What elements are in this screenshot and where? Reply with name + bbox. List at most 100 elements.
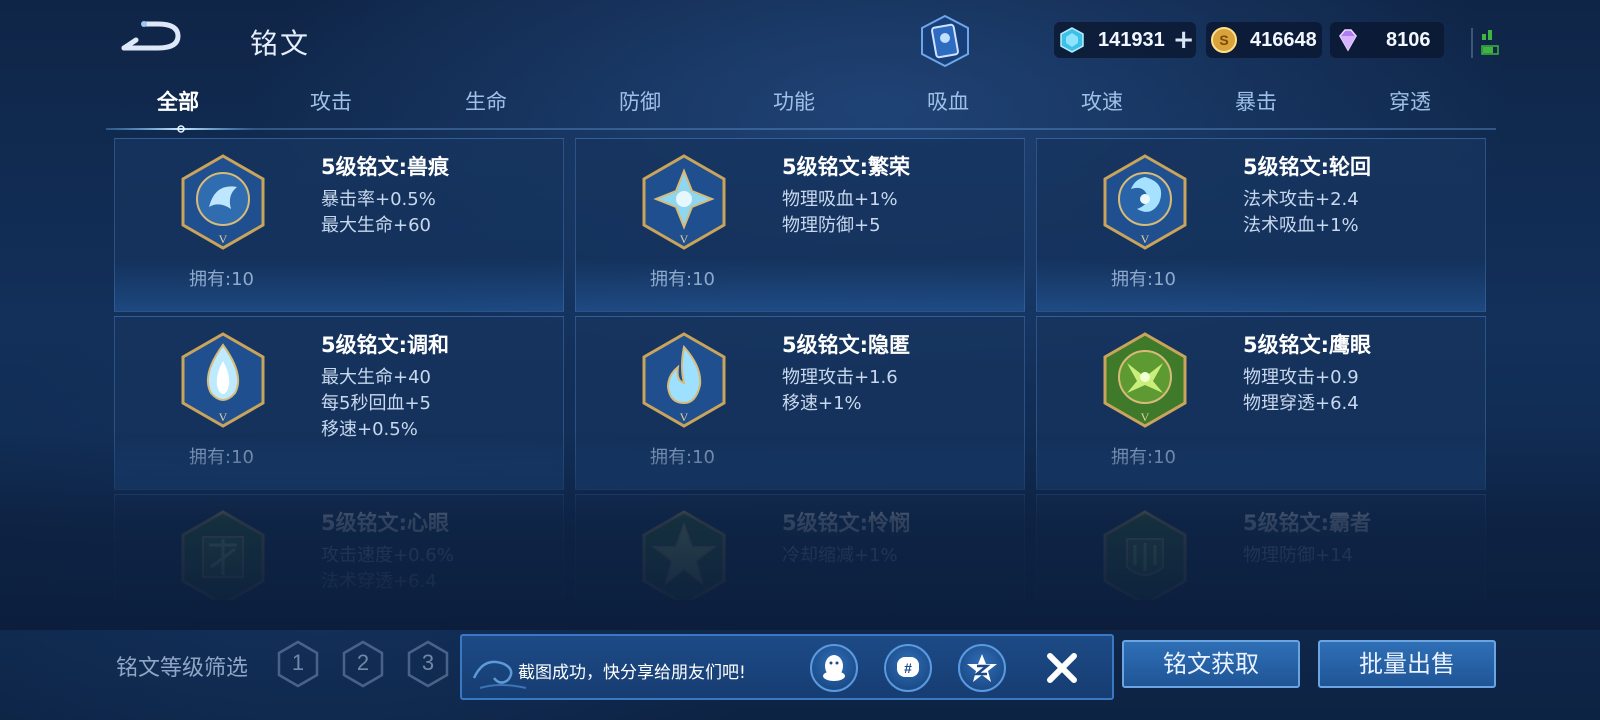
back-button[interactable] <box>118 18 188 58</box>
add-gems-button[interactable]: + <box>1173 27 1195 53</box>
rune-stat: 最大生命+40 <box>321 367 431 388</box>
rune-title: 5级铭文:心眼 <box>321 511 450 535</box>
rune-stat: 攻击速度+0.6% <box>321 545 454 566</box>
page-title: 铭文 <box>250 27 311 60</box>
rune-title: 5级铭文:调和 <box>321 333 450 357</box>
tab-defense[interactable]: 防御 <box>580 86 700 116</box>
gold-value: 416648 <box>1250 28 1317 51</box>
rune-stat: 物理吸血+1% <box>782 189 898 210</box>
rune-stat: 法术穿透+6.4 <box>321 571 437 592</box>
screenshot-share-toast: 截图成功，快分享给朋友们吧! # <box>460 634 1114 700</box>
crystal-value: 8106 <box>1386 28 1431 51</box>
qq-icon <box>823 655 845 681</box>
svg-text:V: V <box>680 410 689 424</box>
rune-card-mind-eye[interactable]: 5级铭文:心眼 攻击速度+0.6% 法术穿透+6.4 <box>114 494 564 600</box>
rune-owned-count: 拥有:10 <box>189 269 254 290</box>
level-filter-3[interactable]: 3 <box>406 640 450 688</box>
rune-stat: 物理攻击+1.6 <box>782 367 898 388</box>
level-filter-label: 铭文等级筛选 <box>116 656 249 681</box>
rune-title: 5级铭文:怜悯 <box>782 511 911 535</box>
rune-title: 5级铭文:隐匿 <box>782 333 911 357</box>
rune-stat: 法术攻击+2.4 <box>1243 189 1359 210</box>
rune-stat: 冷却缩减+1% <box>782 545 898 566</box>
svg-text:V: V <box>219 410 228 424</box>
toast-message: 截图成功，快分享给朋友们吧! <box>518 663 746 683</box>
rune-beast-mark-icon: V <box>181 154 265 250</box>
share-wechat-moments-button[interactable]: # <box>884 644 932 692</box>
level-number: 3 <box>421 650 435 675</box>
rune-stat: 每5秒回血+5 <box>321 393 431 414</box>
gold-coin-icon: S <box>1211 27 1237 53</box>
rune-owned-count: 拥有:10 <box>1111 269 1176 290</box>
rune-stat: 法术吸血+1% <box>1243 215 1359 236</box>
network-signal-icon <box>1470 24 1504 60</box>
rune-stat: 物理防御+14 <box>1243 545 1353 566</box>
back-arrow-icon <box>121 21 181 51</box>
share-qzone-button[interactable] <box>958 644 1006 692</box>
rune-stat: 物理穿透+6.4 <box>1243 393 1359 414</box>
rune-card-dominator[interactable]: 5级铭文:霸者 物理防御+14 <box>1036 494 1486 600</box>
rune-stealth-icon: V <box>642 332 726 428</box>
gems-value: 141931 <box>1098 28 1165 51</box>
rune-hawk-eye-icon: V <box>1103 332 1187 428</box>
rune-dominator-icon <box>1103 510 1187 600</box>
gold-balance: S 416648 <box>1206 22 1322 58</box>
rune-stat: 移速+1% <box>782 393 862 414</box>
rune-title: 5级铭文:轮回 <box>1243 155 1372 179</box>
card-event-icon[interactable] <box>918 14 972 68</box>
rune-card-beast-mark[interactable]: V 5级铭文:兽痕 暴击率+0.5% 最大生命+60 拥有:10 <box>114 138 564 312</box>
category-tabs: 全部 攻击 生命 防御 功能 吸血 攻速 暴击 穿透 <box>106 86 1496 130</box>
svg-text:#: # <box>904 660 912 676</box>
rune-card-reincarnation[interactable]: V 5级铭文:轮回 法术攻击+2.4 法术吸血+1% 拥有:10 <box>1036 138 1486 312</box>
rune-prosperity-icon: V <box>642 154 726 250</box>
share-qq-button[interactable] <box>810 644 858 692</box>
rune-title: 5级铭文:霸者 <box>1243 511 1372 535</box>
level-number: 2 <box>356 650 370 675</box>
crystal-balance: 8106 <box>1330 22 1444 58</box>
get-runes-button[interactable]: 铭文获取 <box>1122 640 1300 688</box>
close-icon[interactable] <box>1042 648 1082 688</box>
tab-attack-speed[interactable]: 攻速 <box>1042 86 1162 116</box>
gems-balance: 141931 + <box>1054 22 1196 58</box>
svg-text:V: V <box>1141 232 1150 246</box>
rune-stat: 物理攻击+0.9 <box>1243 367 1359 388</box>
svg-text:V: V <box>219 232 228 246</box>
tab-penetration[interactable]: 穿透 <box>1350 86 1470 116</box>
tab-function[interactable]: 功能 <box>734 86 854 116</box>
tab-all[interactable]: 全部 <box>118 86 238 116</box>
qzone-icon <box>967 654 997 682</box>
wechat-moments-icon: # <box>897 657 919 677</box>
tab-health[interactable]: 生命 <box>426 86 546 116</box>
rune-owned-count: 拥有:10 <box>189 447 254 468</box>
rune-owned-count: 拥有:10 <box>1111 447 1176 468</box>
bulk-sell-button[interactable]: 批量出售 <box>1318 640 1496 688</box>
rune-harmony-icon: V <box>181 332 265 428</box>
rune-title: 5级铭文:兽痕 <box>321 155 450 179</box>
rune-card-harmony[interactable]: V 5级铭文:调和 最大生命+40 每5秒回血+5 移速+0.5% 拥有:10 <box>114 316 564 490</box>
rune-grid: V 5级铭文:兽痕 暴击率+0.5% 最大生命+60 拥有:10 V 5级铭文:… <box>114 130 1486 600</box>
diamond-gem-icon <box>1060 27 1084 53</box>
rune-reincarnation-icon: V <box>1103 154 1187 250</box>
rune-compassion-icon <box>642 510 726 600</box>
rune-stat: 暴击率+0.5% <box>321 189 436 210</box>
tab-critical[interactable]: 暴击 <box>1196 86 1316 116</box>
svg-text:S: S <box>1219 32 1228 48</box>
rune-card-prosperity[interactable]: V 5级铭文:繁荣 物理吸血+1% 物理防御+5 拥有:10 <box>575 138 1025 312</box>
level-filter-1[interactable]: 1 <box>276 640 320 688</box>
rune-stat: 物理防御+5 <box>782 215 881 236</box>
rune-card-compassion[interactable]: 5级铭文:怜悯 冷却缩减+1% <box>575 494 1025 600</box>
rune-stat: 最大生命+60 <box>321 215 431 236</box>
level-filter-2[interactable]: 2 <box>341 640 385 688</box>
rune-title: 5级铭文:繁荣 <box>782 155 911 179</box>
svg-text:V: V <box>1141 410 1150 424</box>
rune-card-stealth[interactable]: V 5级铭文:隐匿 物理攻击+1.6 移速+1% 拥有:10 <box>575 316 1025 490</box>
rune-title: 5级铭文:鹰眼 <box>1243 333 1372 357</box>
tab-lifesteal[interactable]: 吸血 <box>888 86 1008 116</box>
rune-stat: 移速+0.5% <box>321 419 418 440</box>
rune-card-hawk-eye[interactable]: V 5级铭文:鹰眼 物理攻击+0.9 物理穿透+6.4 拥有:10 <box>1036 316 1486 490</box>
rune-mind-eye-icon <box>181 510 265 600</box>
rune-owned-count: 拥有:10 <box>650 269 715 290</box>
level-number: 1 <box>291 650 305 675</box>
svg-text:V: V <box>680 232 689 246</box>
tab-attack[interactable]: 攻击 <box>271 86 391 116</box>
